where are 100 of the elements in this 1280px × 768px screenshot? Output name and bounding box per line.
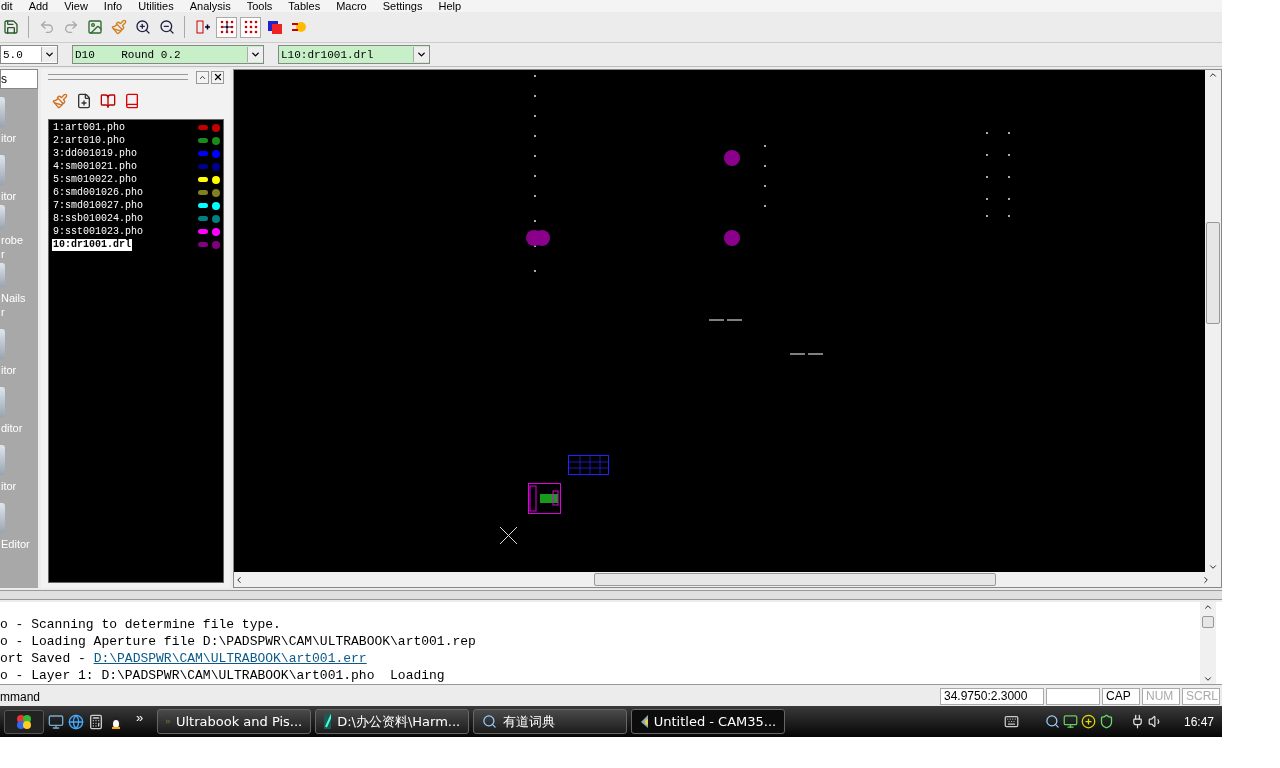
layer-item[interactable]: 3:dd001019.pho: [52, 147, 138, 160]
line-swatch: [198, 229, 208, 234]
menu-item[interactable]: Tables: [288, 0, 321, 12]
save-icon: [2, 19, 19, 35]
globe-icon[interactable]: [68, 713, 84, 730]
drill-hole: [724, 150, 740, 166]
dropdown[interactable]: 5.0: [0, 45, 58, 64]
close-icon: [212, 72, 223, 82]
drill-hole: [724, 230, 740, 246]
menu-item[interactable]: Tools: [246, 0, 273, 12]
menu-item[interactable]: Analysis: [189, 0, 231, 12]
tool-label: robe: [0, 233, 25, 247]
line-swatch: [198, 177, 208, 182]
start-button[interactable]: [4, 709, 44, 734]
scroll-right-icon[interactable]: [1201, 574, 1211, 585]
menu-item[interactable]: dit: [1, 0, 13, 12]
magnifier-icon: [482, 714, 498, 729]
layer-item[interactable]: 10:dr1001.drl: [52, 238, 132, 251]
key-indicator: NUM: [1142, 688, 1180, 705]
clock: 16:47: [1183, 714, 1214, 729]
collapse-button[interactable]: [196, 70, 209, 84]
layer-item[interactable]: 8:ssb010024.pho: [52, 212, 144, 225]
line-swatch: [198, 151, 208, 156]
menu-item[interactable]: Utilities: [138, 0, 174, 12]
color-dot[interactable]: [212, 136, 220, 145]
scrollbar-thumb[interactable]: [1206, 222, 1220, 324]
line-swatch: [198, 203, 208, 208]
layer-item[interactable]: 1:art001.pho: [52, 121, 126, 134]
tool-label: ditor: [0, 421, 24, 435]
book-icon[interactable]: [124, 93, 140, 109]
bulb-icon: [290, 19, 307, 35]
tool-label: itor: [0, 363, 18, 377]
layer-item[interactable]: 4:sm001021.pho: [52, 160, 138, 173]
menu-item[interactable]: Add: [28, 0, 49, 12]
scrollbar-thumb[interactable]: [1202, 616, 1214, 628]
file-link[interactable]: D:\PADSPWR\CAM\ULTRABOOK\art001.err: [93, 651, 367, 666]
layer-item[interactable]: 2:art010.pho: [52, 134, 126, 147]
scroll-down-icon[interactable]: [1203, 674, 1213, 684]
menu-item[interactable]: View: [64, 0, 88, 12]
desktop-icon[interactable]: [48, 713, 64, 730]
tool-label: Editor: [0, 537, 31, 551]
color-dot[interactable]: [212, 162, 220, 171]
menu-item[interactable]: Settings: [382, 0, 423, 12]
taskbar-button[interactable]: D:\办公资料\Harm...: [315, 709, 470, 734]
line-swatch: [198, 242, 208, 247]
line-swatch: [198, 125, 208, 130]
more-button[interactable]: »: [136, 710, 144, 725]
status-field: [1046, 688, 1100, 705]
menu-item[interactable]: Help: [438, 0, 462, 12]
menu-item[interactable]: Info: [103, 0, 123, 12]
dropdown[interactable]: D10 Round 0.2: [72, 45, 264, 64]
color-dot[interactable]: [212, 240, 220, 249]
origin-cross-icon: [499, 526, 518, 545]
layer-item[interactable]: 7:smd010027.pho: [52, 199, 144, 212]
keyboard-icon[interactable]: [1003, 714, 1019, 729]
scroll-left-icon[interactable]: [234, 574, 244, 585]
trace-line: [789, 353, 824, 355]
line-swatch: [198, 190, 208, 195]
line-swatch: [198, 216, 208, 221]
layer-item[interactable]: 5:sm010022.pho: [52, 173, 138, 186]
close-button[interactable]: [211, 70, 224, 84]
taskbar-button[interactable]: Ultrabook and Pis...: [157, 709, 312, 734]
windows-logo-icon: [15, 712, 33, 731]
layer-item[interactable]: 9:sst001023.pho: [52, 225, 144, 238]
undo-icon: [38, 19, 55, 35]
tool-label: Nails: [0, 291, 27, 305]
brush-icon[interactable]: [52, 93, 68, 109]
network-icon[interactable]: [1062, 714, 1078, 729]
key-indicator: CAP: [1102, 688, 1140, 705]
color-dot[interactable]: [212, 201, 220, 210]
dropdown[interactable]: L10:dr1001.drl: [278, 45, 430, 64]
grid-button[interactable]: [216, 16, 237, 38]
color-dot[interactable]: [212, 214, 220, 223]
scroll-up-icon[interactable]: [1203, 602, 1213, 612]
add-page-icon[interactable]: [76, 93, 92, 109]
taskbar-button[interactable]: Untitled - CAM35...: [631, 709, 786, 734]
board-drawing: [528, 483, 561, 514]
tool-label: itor: [0, 131, 18, 145]
calculator-icon[interactable]: [88, 713, 104, 730]
dot-grid-button[interactable]: [240, 16, 261, 38]
color-dot[interactable]: [212, 227, 220, 236]
color-dot[interactable]: [212, 123, 220, 132]
magnifier-icon[interactable]: [1044, 714, 1060, 729]
trace-line: [708, 319, 743, 321]
key-indicator: SCRL: [1182, 688, 1220, 705]
scroll-down-icon[interactable]: [1208, 562, 1218, 572]
color-dot[interactable]: [212, 175, 220, 184]
book-icon[interactable]: [100, 93, 116, 109]
scroll-up-icon[interactable]: [1208, 70, 1218, 80]
panel-tab[interactable]: s: [0, 69, 38, 89]
scrollbar-thumb[interactable]: [594, 573, 996, 586]
layer-item[interactable]: 6:smd001026.pho: [52, 186, 144, 199]
color-dot[interactable]: [212, 188, 220, 197]
menu-item[interactable]: Macro: [336, 0, 367, 12]
taskbar-button[interactable]: 有道词典: [473, 709, 628, 734]
redo-icon: [62, 19, 79, 35]
shield-icon[interactable]: [1098, 714, 1114, 729]
tool-label: itor: [0, 479, 18, 493]
color-dot[interactable]: [212, 149, 220, 158]
plus-icon[interactable]: [1080, 714, 1096, 729]
